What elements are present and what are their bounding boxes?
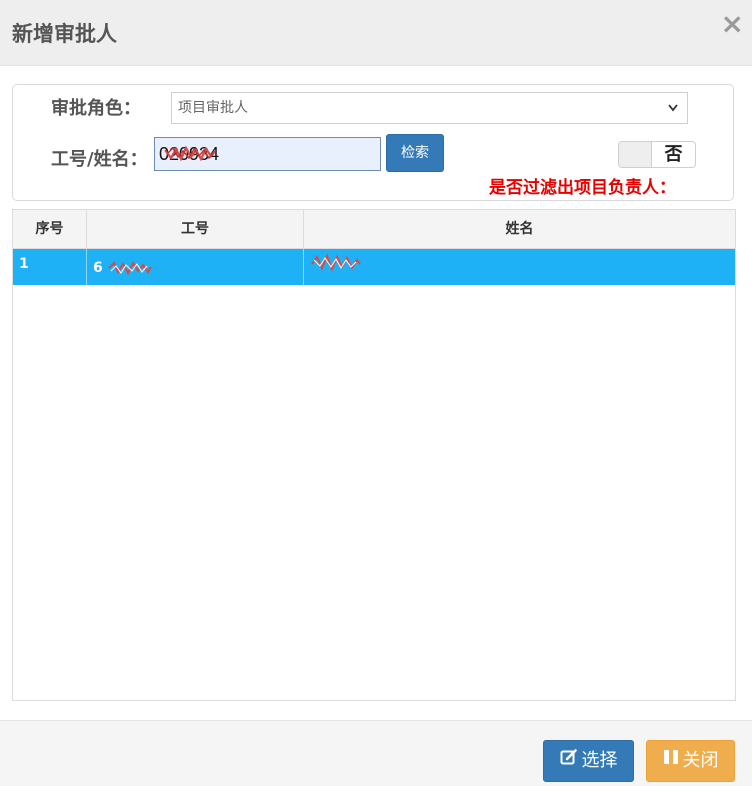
redaction-scribble	[164, 145, 216, 162]
row-employee-no-text: 6	[93, 260, 103, 276]
row-name	[304, 249, 735, 285]
close-button-label: 关闭	[682, 750, 719, 771]
add-approver-dialog: 新增审批人 × 审批角色： 项目审批人 工号/姓名： 020934 检索 否 是…	[0, 0, 752, 786]
dialog-title: 新增审批人	[12, 22, 117, 46]
filter-toggle[interactable]: 否	[618, 141, 696, 168]
table-row[interactable]: 1 6	[13, 249, 735, 285]
chevron-down-icon	[667, 93, 679, 135]
employee-label: 工号/姓名：	[51, 149, 148, 170]
redaction-scribble	[311, 253, 361, 272]
close-button[interactable]: 关闭	[646, 740, 735, 782]
select-button[interactable]: 选择	[543, 740, 634, 782]
pause-icon	[663, 741, 679, 781]
toggle-text: 否	[664, 144, 683, 165]
approver-table: 序号 工号 姓名 1 6	[12, 209, 736, 701]
column-index[interactable]: 序号	[13, 210, 87, 248]
select-button-label: 选择	[581, 750, 618, 771]
role-select-value: 项目审批人	[178, 100, 248, 116]
filter-panel: 审批角色： 项目审批人 工号/姓名： 020934 检索 否 是否过滤出项目负责…	[12, 84, 734, 201]
row-employee-no: 6	[87, 249, 304, 285]
column-employee-no[interactable]: 工号	[87, 210, 304, 248]
search-button[interactable]: 检索	[386, 134, 444, 172]
toggle-knob	[619, 142, 652, 167]
close-icon[interactable]: ×	[721, 10, 744, 38]
column-name[interactable]: 姓名	[304, 210, 735, 248]
role-select[interactable]: 项目审批人	[171, 92, 688, 124]
employee-search-input[interactable]: 020934	[154, 137, 381, 171]
table-header: 序号 工号 姓名	[13, 210, 735, 249]
row-index: 1	[13, 249, 87, 285]
edit-icon	[560, 741, 578, 781]
dialog-header: 新增审批人 ×	[0, 0, 752, 66]
role-label: 审批角色：	[51, 98, 141, 119]
redaction-scribble	[107, 260, 152, 276]
dialog-footer: 选择 关闭	[0, 720, 752, 786]
filter-note: 是否过滤出项目负责人：	[489, 178, 676, 198]
